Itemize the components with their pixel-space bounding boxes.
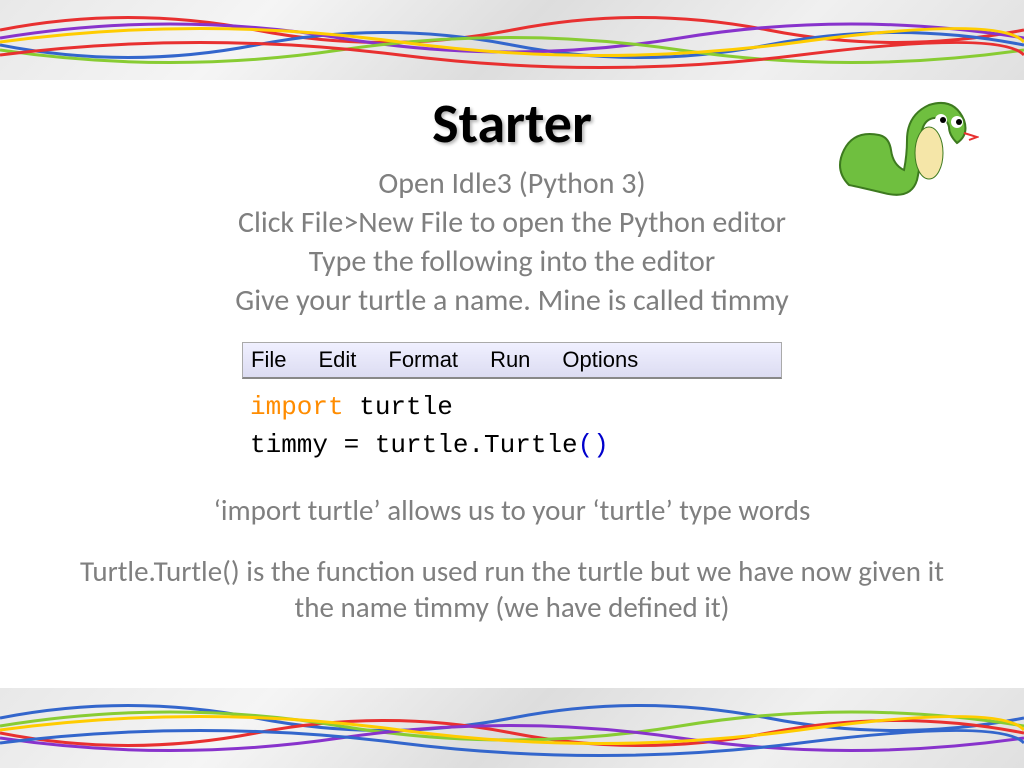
menu-run: Run xyxy=(490,347,530,372)
code-parens: () xyxy=(578,430,609,460)
idle-menubar: File Edit Format Run Options xyxy=(242,342,782,379)
instruction-line: Click File>New File to open the Python e… xyxy=(40,203,984,242)
menu-format: Format xyxy=(388,347,458,372)
instruction-line: Type the following into the editor xyxy=(40,242,984,281)
explanation-line: Turtle.Turtle() is the function used run… xyxy=(40,553,984,626)
slide-title: Starter xyxy=(40,90,984,158)
menu-options: Options xyxy=(562,347,638,372)
idle-editor-screenshot: File Edit Format Run Options import turtle t… xyxy=(242,342,782,468)
code-text: turtle xyxy=(344,392,453,422)
instruction-line: Give your turtle a name. Mine is called … xyxy=(40,281,984,320)
code-line: import turtle xyxy=(250,389,774,427)
decorative-border-top xyxy=(0,0,1024,80)
keyword-import: import xyxy=(250,392,344,422)
slide-content: Starter Open Idle3 (Python 3) Click File… xyxy=(0,80,1024,625)
idle-code-area: import turtle timmy = turtle.Turtle() xyxy=(242,379,782,468)
instruction-line: Open Idle3 (Python 3) xyxy=(40,164,984,203)
explanation-line: ‘import turtle’ allows us to your ‘turtl… xyxy=(40,492,984,528)
menu-file: File xyxy=(251,347,286,372)
code-line: timmy = turtle.Turtle() xyxy=(250,427,774,465)
code-text: timmy = turtle.Turtle xyxy=(250,430,578,460)
decorative-border-bottom xyxy=(0,688,1024,768)
menu-edit: Edit xyxy=(318,347,356,372)
